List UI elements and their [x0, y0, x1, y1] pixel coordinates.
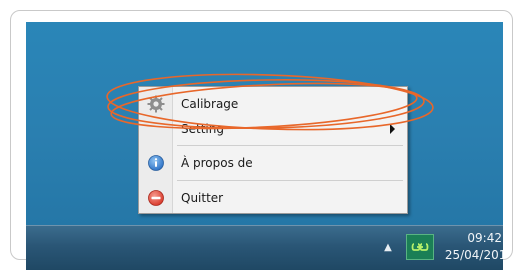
menu-item-a-propos[interactable]: À propos de	[139, 151, 407, 175]
info-icon	[147, 154, 165, 172]
menu-separator	[177, 145, 403, 146]
menu-item-setting[interactable]: Setting	[139, 117, 407, 141]
menu-item-label: Setting	[181, 122, 224, 136]
gear-icon	[147, 95, 165, 113]
submenu-arrow-icon	[390, 124, 395, 134]
menu-item-calibrage[interactable]: Calibrage	[139, 92, 407, 116]
menu-item-label: Quitter	[181, 191, 224, 205]
desktop: Calibrage Setting À propos de Quitter ▲ …	[26, 22, 503, 270]
system-clock[interactable]: 09:42 25/04/2011	[444, 230, 503, 264]
menu-item-quitter[interactable]: Quitter	[139, 186, 407, 210]
taskbar: ▲ 09:42 25/04/2011	[26, 225, 503, 270]
menu-separator	[177, 180, 403, 181]
menu-item-label: À propos de	[181, 156, 253, 170]
tray-context-menu: Calibrage Setting À propos de Quitter	[138, 86, 408, 214]
show-hidden-icons-button[interactable]: ▲	[380, 240, 396, 256]
menu-item-label: Calibrage	[181, 97, 239, 111]
link-sync-icon[interactable]	[406, 234, 434, 260]
clock-time: 09:42	[467, 231, 502, 245]
quit-icon	[147, 189, 165, 207]
clock-date: 25/04/2011	[444, 248, 503, 262]
